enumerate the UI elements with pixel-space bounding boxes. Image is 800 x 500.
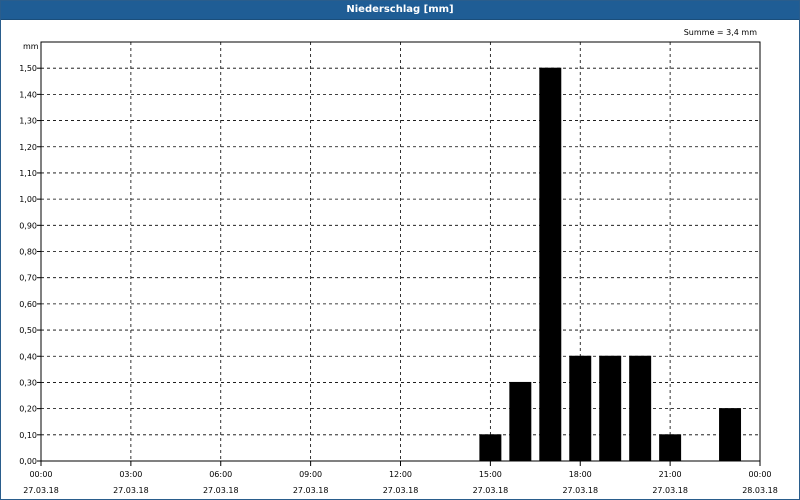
y-tick-label: 0,40 bbox=[19, 352, 37, 361]
y-tick-label: 1,20 bbox=[19, 143, 37, 152]
x-tick-date-label: 27.03.18 bbox=[473, 486, 509, 495]
x-tick-time-label: 15:00 bbox=[479, 470, 502, 479]
bar bbox=[539, 67, 562, 462]
y-tick-label: 0,00 bbox=[19, 457, 37, 466]
x-tick-time-label: 06:00 bbox=[209, 470, 232, 479]
x-tick-time-label: 00:00 bbox=[29, 470, 52, 479]
y-tick-label: 0,60 bbox=[19, 300, 37, 309]
bar bbox=[629, 355, 652, 462]
y-tick-label: 1,40 bbox=[19, 90, 37, 99]
y-tick-label: 1,00 bbox=[19, 195, 37, 204]
x-tick-time-label: 00:00 bbox=[748, 470, 771, 479]
y-tick-label: 0,70 bbox=[19, 274, 37, 283]
y-tick-label: 0,90 bbox=[19, 221, 37, 230]
chart-window: Niederschlag [mm] 0,00 0,10 0,20 0,30 0,40 0,… bbox=[0, 0, 800, 500]
x-tick-date-label: 27.03.18 bbox=[203, 486, 239, 495]
x-tick-date-label: 27.03.18 bbox=[293, 486, 329, 495]
x-tick-time-label: 03:00 bbox=[119, 470, 142, 479]
y-tick-label: 0,30 bbox=[19, 378, 37, 387]
x-tick-date-label: 27.03.18 bbox=[113, 486, 149, 495]
x-tick-time-label: 09:00 bbox=[299, 470, 322, 479]
summary-label: Summe = 3,4 mm bbox=[684, 28, 758, 37]
bar bbox=[509, 381, 532, 462]
x-tick-time-label: 21:00 bbox=[659, 470, 682, 479]
y-tick-label: 1,50 bbox=[19, 64, 37, 73]
bar bbox=[479, 434, 502, 462]
y-tick-label: 1,30 bbox=[19, 117, 37, 126]
bar bbox=[569, 355, 592, 462]
precipitation-chart: 0,00 0,10 0,20 0,30 0,40 0,50 0,60 0,70 0,80 0,90… bbox=[19, 28, 778, 495]
bar bbox=[719, 408, 742, 462]
window-title: Niederschlag [mm] bbox=[1, 1, 799, 20]
x-tick-time-label: 18:00 bbox=[569, 470, 592, 479]
x-tick-date-label: 27.03.18 bbox=[23, 486, 59, 495]
y-tick-label: 1,10 bbox=[19, 169, 37, 178]
x-tick-date-label: 28.03.18 bbox=[742, 486, 778, 495]
y-axis-label: mm bbox=[23, 42, 39, 51]
x-tick-date-label: 27.03.18 bbox=[383, 486, 419, 495]
bar bbox=[599, 355, 622, 462]
x-tick-date-label: 27.03.18 bbox=[652, 486, 688, 495]
y-tick-label: 0,80 bbox=[19, 248, 37, 257]
y-tick-label: 0,50 bbox=[19, 326, 37, 335]
bar bbox=[659, 434, 682, 462]
y-tick-label: 0,20 bbox=[19, 405, 37, 414]
x-tick-date-label: 27.03.18 bbox=[562, 486, 598, 495]
x-tick-time-label: 12:00 bbox=[389, 470, 412, 479]
y-tick-label: 0,10 bbox=[19, 431, 37, 440]
